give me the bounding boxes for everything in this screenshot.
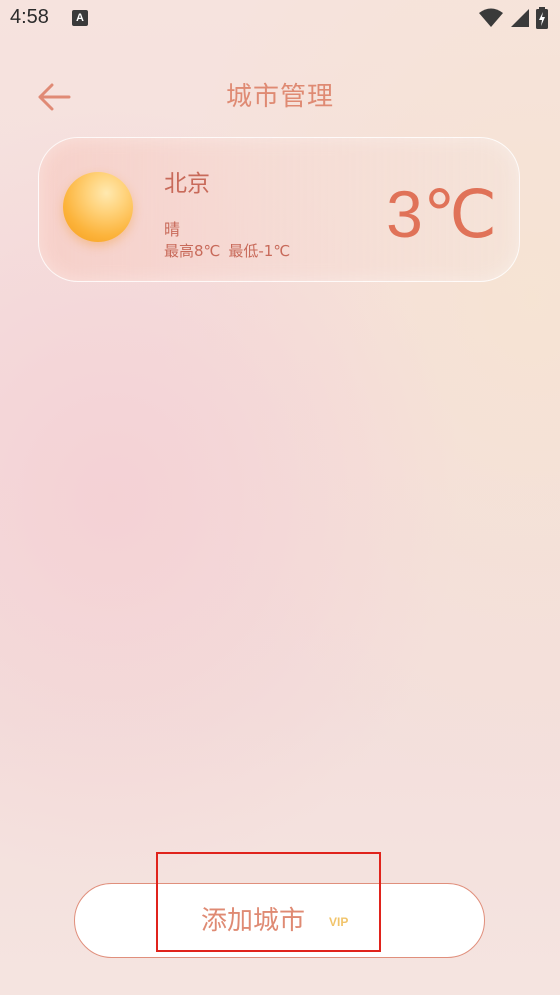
a-accessibility-icon: A — [72, 10, 88, 26]
temp-low: 最低-1℃ — [228, 242, 291, 260]
temp-high: 最高8℃ — [164, 242, 221, 260]
add-city-label: 添加城市 — [201, 906, 306, 936]
battery-charging-icon — [536, 7, 548, 29]
signal-icon — [511, 9, 529, 27]
vip-badge: VIP — [329, 915, 349, 929]
temp-range: 最高8℃ 最低-1℃ — [164, 240, 290, 261]
city-name: 北京 — [164, 171, 210, 197]
status-bar: 4:58 A — [0, 0, 560, 38]
wifi-icon — [479, 8, 503, 27]
sun-icon — [63, 172, 133, 242]
city-card-beijing[interactable]: 北京 晴 最高8℃ 最低-1℃ 3℃ — [38, 137, 520, 282]
current-temperature: 3℃ — [386, 177, 497, 251]
status-icons — [478, 7, 548, 29]
weather-description: 晴 — [164, 220, 181, 239]
page-title: 城市管理 — [225, 82, 334, 112]
add-city-button[interactable]: 添加城市 VIP — [74, 883, 485, 958]
status-time: 4:58 — [10, 6, 49, 28]
